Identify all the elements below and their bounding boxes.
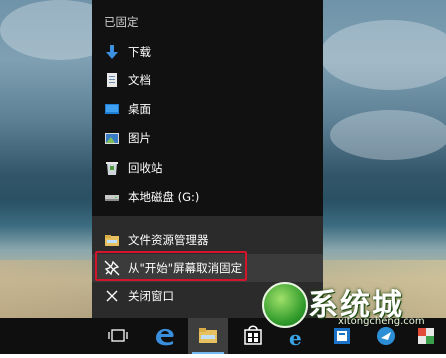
pinned-item-label: 桌面 bbox=[128, 102, 151, 116]
pinned-item-documents[interactable]: 文档 bbox=[92, 66, 323, 94]
pinned-item-recycle-bin[interactable]: 回收站 bbox=[92, 154, 323, 182]
edge-icon bbox=[156, 328, 174, 346]
action-label: 文件资源管理器 bbox=[128, 233, 209, 247]
watermark-url: xitongcheng.com bbox=[338, 316, 425, 327]
action-label: 关闭窗口 bbox=[128, 289, 174, 303]
pinned-item-local-disk[interactable]: 本地磁盘 (G:) bbox=[92, 183, 323, 211]
pinned-item-desktop[interactable]: 桌面 bbox=[92, 95, 323, 123]
watermark: 系统城 xitongcheng.com bbox=[262, 278, 425, 330]
edge-button[interactable] bbox=[144, 318, 184, 354]
pinned-item-pictures[interactable]: 图片 bbox=[92, 124, 323, 152]
file-explorer-icon bbox=[104, 232, 120, 248]
close-icon bbox=[104, 288, 120, 304]
action-file-explorer[interactable]: 文件资源管理器 bbox=[92, 226, 323, 254]
file-explorer-taskbar-button[interactable] bbox=[188, 318, 228, 354]
wallpaper-cloud bbox=[320, 20, 446, 90]
wallpaper-cloud bbox=[330, 110, 446, 160]
pinned-item-label: 图片 bbox=[128, 131, 151, 145]
document-icon bbox=[104, 72, 120, 88]
download-arrow-icon bbox=[104, 44, 120, 60]
pinned-section: 已固定 下载 文档 桌面 图片 回收站 本地磁盘 (G:) bbox=[92, 0, 323, 216]
recycle-bin-icon bbox=[104, 160, 120, 176]
local-disk-icon bbox=[104, 189, 120, 205]
section-title-pinned: 已固定 bbox=[104, 15, 139, 29]
file-explorer-icon bbox=[199, 328, 217, 343]
pinned-item-label: 下载 bbox=[128, 45, 151, 59]
pinned-item-label: 文档 bbox=[128, 73, 151, 87]
pinned-item-downloads[interactable]: 下载 bbox=[92, 38, 323, 66]
desktop-icon bbox=[104, 101, 120, 117]
pictures-icon bbox=[104, 130, 120, 146]
highlight-box bbox=[95, 251, 247, 281]
pinned-item-label: 回收站 bbox=[128, 161, 163, 175]
pinned-item-label: 本地磁盘 (G:) bbox=[128, 190, 200, 204]
watermark-logo bbox=[262, 282, 308, 328]
task-view-button[interactable] bbox=[98, 318, 138, 354]
task-view-icon bbox=[108, 329, 128, 342]
